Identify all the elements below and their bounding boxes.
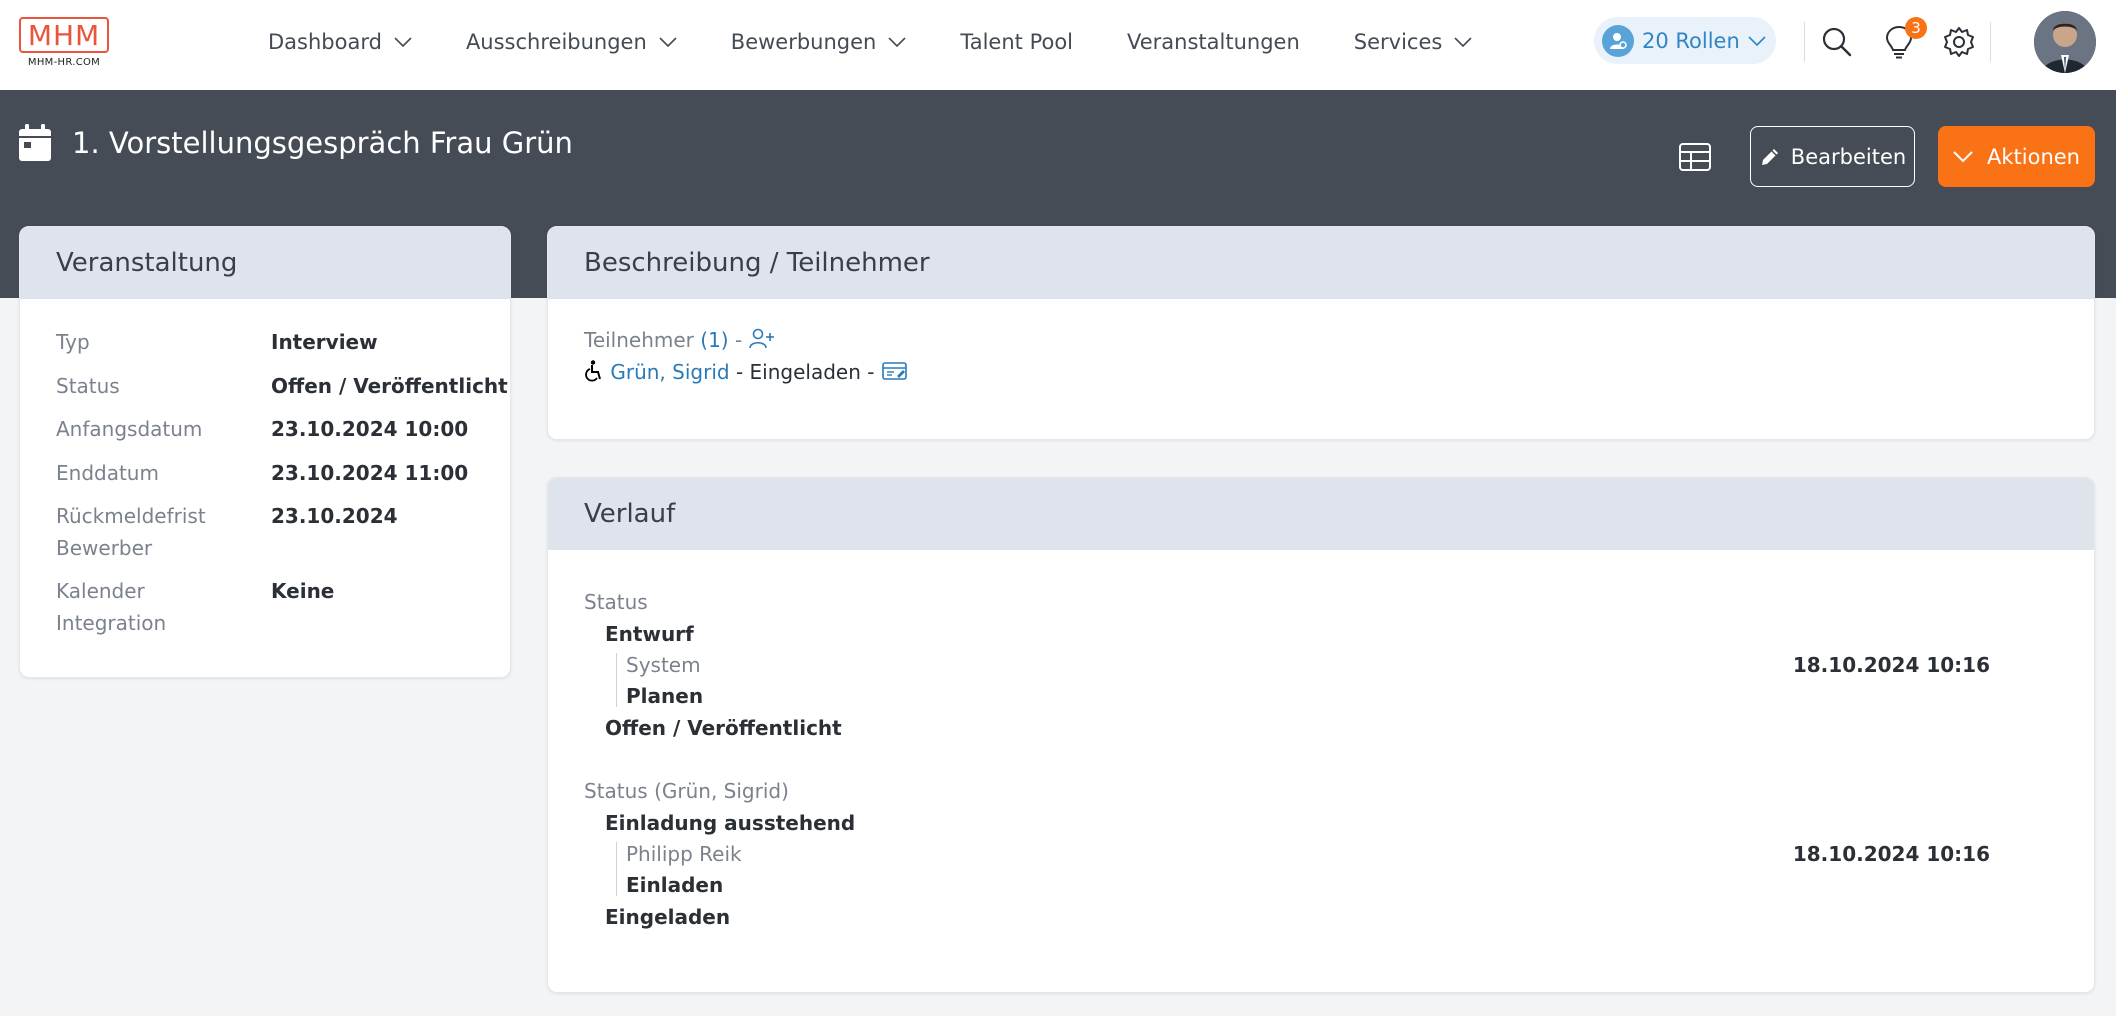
user-photo-icon (2034, 11, 2096, 73)
history-from-state: Einladung ausstehend (605, 811, 856, 835)
nav-item-veranstaltungen[interactable]: Veranstaltungen (1127, 30, 1300, 54)
nav-item-dashboard[interactable]: Dashboard (268, 30, 412, 54)
edit-button[interactable]: Bearbeiten (1750, 126, 1915, 187)
search-icon (1822, 27, 1852, 57)
page-title-group: 1. Vorstellungsgespräch Frau Grün (18, 124, 573, 162)
field-label-status: Status (56, 374, 120, 398)
edit-button-label: Bearbeiten (1790, 144, 1907, 169)
wheelchair-icon (585, 360, 601, 382)
actions-button-label: Aktionen (1987, 144, 2080, 169)
field-label-end-date: Enddatum (56, 461, 159, 485)
history-action: Einladen (626, 873, 724, 897)
field-value-start-date: 23.10.2024 10:00 (271, 417, 469, 441)
pencil-icon (1761, 148, 1778, 165)
participants-label: Teilnehmer (584, 328, 694, 352)
logo-mark: MHM (19, 17, 109, 53)
label-line: Integration (56, 611, 167, 635)
nav-item-label: Services (1353, 30, 1443, 54)
field-label-start-date: Anfangsdatum (56, 417, 203, 441)
history-actor: System (626, 653, 701, 677)
gear-icon (1944, 27, 1974, 57)
chevron-down-icon (888, 37, 906, 47)
divider (1990, 22, 1991, 62)
label-line: Rückmeldefrist (56, 504, 206, 528)
card-heading: Verlauf (548, 478, 2094, 550)
nav-item-ausschreibungen[interactable]: Ausschreibungen (466, 30, 677, 54)
logo-subtext: MHM-HR.COM (27, 57, 101, 68)
roles-selector[interactable]: 20 Rollen (1594, 17, 1776, 64)
user-avatar[interactable] (2034, 11, 2096, 73)
chevron-down-icon (1953, 150, 1973, 162)
history-from-state: Entwurf (605, 622, 694, 646)
participant-row: Grün, Sigrid - Eingeladen - (584, 357, 909, 387)
notification-badge: 3 (1905, 17, 1927, 39)
history-group-title: Status (Grün, Sigrid) (584, 779, 789, 803)
field-value-response-deadline: 23.10.2024 (271, 504, 398, 528)
nav-item-label: Veranstaltungen (1127, 30, 1300, 54)
nav-item-label: Bewerbungen (730, 30, 877, 54)
company-logo[interactable]: MHM MHM-HR.COM (19, 17, 109, 71)
field-value-status: Offen / Veröffentlicht (271, 374, 508, 398)
calendar-icon (19, 124, 51, 161)
history-group-title: Status (584, 590, 648, 614)
description-participants-card: Beschreibung / Teilnehmer Teilnehmer (1)… (547, 226, 2095, 440)
history-tree-line (616, 842, 617, 896)
separator: - (734, 328, 743, 352)
history-to-state: Offen / Veröffentlicht (605, 716, 842, 740)
card-heading: Veranstaltung (20, 227, 510, 299)
table-icon (1679, 143, 1711, 171)
card-heading: Beschreibung / Teilnehmer (548, 227, 2094, 299)
nav-item-label: Talent Pool (960, 30, 1074, 54)
participant-status: - Eingeladen - (735, 360, 875, 384)
field-value-calendar-integration: Keine (271, 579, 335, 603)
page-title: 1. Vorstellungsgespräch Frau Grün (72, 126, 573, 160)
history-action: Planen (626, 684, 704, 708)
history-card: Verlauf Status Entwurf System Planen Off… (547, 477, 2095, 993)
top-navigation-bar: MHM MHM-HR.COM Dashboard Ausschreibungen… (0, 0, 2116, 90)
field-value-end-date: 23.10.2024 11:00 (271, 461, 469, 485)
chevron-down-icon (659, 37, 677, 47)
field-label-calendar-integration: Kalender Integration (56, 575, 166, 639)
label-line: Bewerber (56, 536, 153, 560)
chevron-down-icon (1454, 37, 1472, 47)
history-actor: Philipp Reik (626, 842, 742, 866)
field-label-response-deadline: Rückmeldefrist Bewerber (56, 500, 206, 564)
main-nav: Dashboard Ausschreibungen Bewerbungen Ta… (268, 0, 1526, 84)
nav-item-bewerbungen[interactable]: Bewerbungen (731, 30, 907, 54)
chevron-down-icon (1748, 35, 1766, 46)
label-line: Kalender (56, 579, 145, 603)
id-card-icon[interactable] (881, 360, 909, 382)
nav-item-services[interactable]: Services (1354, 30, 1473, 54)
actions-button[interactable]: Aktionen (1938, 126, 2095, 187)
roles-label: 20 Rollen (1642, 28, 1740, 53)
history-to-state: Eingeladen (605, 905, 731, 929)
chevron-down-icon (394, 37, 412, 47)
nav-item-label: Dashboard (268, 30, 382, 54)
history-datetime: 18.10.2024 10:16 (1792, 653, 1990, 677)
event-details-card: Veranstaltung Typ Interview Status Offen… (19, 226, 511, 678)
user-gear-icon (1602, 24, 1634, 57)
participants-row: Teilnehmer (1) - (584, 325, 775, 355)
nav-item-talent-pool[interactable]: Talent Pool (960, 30, 1073, 54)
history-tree-line (616, 653, 617, 707)
nav-item-label: Ausschreibungen (465, 30, 647, 54)
history-datetime: 18.10.2024 10:16 (1792, 842, 1990, 866)
settings-button[interactable] (1939, 22, 1979, 62)
divider (1804, 22, 1805, 62)
participants-count[interactable]: (1) (700, 328, 728, 352)
add-participant-icon[interactable] (748, 328, 775, 350)
participant-name-link[interactable]: Grün, Sigrid (610, 360, 729, 384)
search-button[interactable] (1817, 22, 1857, 62)
field-value-type: Interview (271, 330, 378, 354)
field-label-type: Typ (56, 330, 90, 354)
table-view-button[interactable] (1678, 140, 1714, 174)
